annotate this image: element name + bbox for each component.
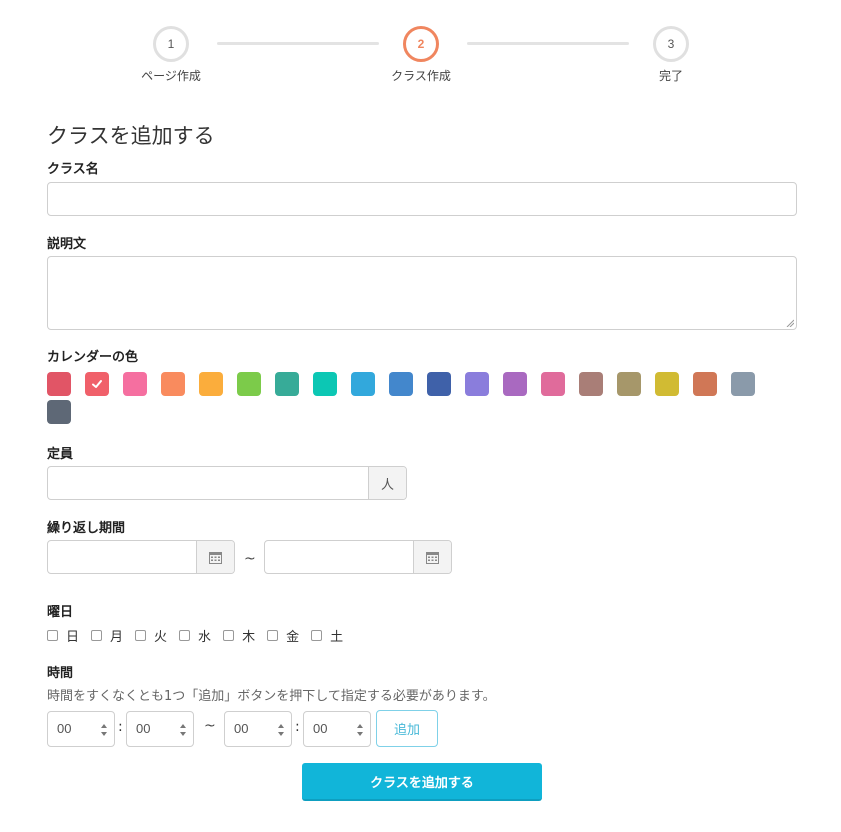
calendar-color-label: カレンダーの色 <box>47 350 139 365</box>
step-page-create: 1 ページ作成 <box>111 26 231 84</box>
end-date-input-group <box>264 540 452 574</box>
time-hint: 時間をすくなくとも1つ「追加」ボタンを押下して指定する必要があります。 <box>47 689 496 704</box>
color-swatch[interactable] <box>123 372 147 396</box>
weekday-checkbox[interactable] <box>135 629 147 641</box>
step-number: 3 <box>653 26 689 62</box>
weekday-checkbox[interactable] <box>267 629 279 641</box>
weekday-checkbox[interactable] <box>179 629 191 641</box>
step-label: クラス作成 <box>391 69 451 83</box>
end-hour-select[interactable]: 00 <box>224 711 292 747</box>
description-textarea[interactable] <box>47 256 797 330</box>
class-name-input[interactable] <box>47 182 797 216</box>
time-label: 時間 <box>47 666 74 681</box>
step-label: ページ作成 <box>141 69 201 83</box>
start-hour-select[interactable]: 00 <box>47 711 115 747</box>
calendar-icon <box>426 551 439 564</box>
color-swatch[interactable] <box>47 372 71 396</box>
capacity-label: 定員 <box>47 447 74 462</box>
class-name-label: クラス名 <box>47 162 99 177</box>
repeat-period-label: 繰り返し期間 <box>47 521 126 536</box>
weekday-option-sat[interactable]: 土 <box>311 626 343 645</box>
weekday-checkbox[interactable] <box>91 629 103 641</box>
check-icon <box>92 380 102 388</box>
time-range-separator: ~ <box>204 718 216 734</box>
color-swatch[interactable] <box>313 372 337 396</box>
stepper-connector <box>217 42 379 45</box>
page-title: クラスを追加する <box>47 124 215 148</box>
color-swatch[interactable] <box>275 372 299 396</box>
weekday-checkbox[interactable] <box>311 629 323 641</box>
weekday-option-thu[interactable]: 木 <box>223 626 255 645</box>
weekday-option-sun[interactable]: 日 <box>47 626 79 645</box>
color-swatch[interactable] <box>579 372 603 396</box>
start-minute-select[interactable]: 00 <box>126 711 194 747</box>
weekday-checkbox[interactable] <box>47 629 58 641</box>
color-swatch[interactable] <box>655 372 679 396</box>
weekday-checkbox[interactable] <box>223 629 235 641</box>
color-swatch[interactable] <box>617 372 641 396</box>
resize-grip-icon[interactable] <box>786 319 794 327</box>
color-swatch[interactable] <box>85 372 109 396</box>
start-date-input[interactable] <box>48 541 196 573</box>
progress-stepper: 1 ページ作成 2 クラス作成 3 完了 <box>0 26 841 96</box>
stepper-connector <box>467 42 629 45</box>
color-swatch[interactable] <box>199 372 223 396</box>
start-date-picker-button[interactable] <box>196 541 234 573</box>
select-arrows-icon <box>180 724 186 736</box>
time-colon: : <box>118 719 123 735</box>
description-label: 説明文 <box>47 237 87 252</box>
time-colon: : <box>295 719 300 735</box>
color-swatch[interactable] <box>237 372 261 396</box>
capacity-input[interactable] <box>48 467 368 499</box>
select-arrows-icon <box>101 724 107 736</box>
color-swatch[interactable] <box>693 372 717 396</box>
color-swatch[interactable] <box>389 372 413 396</box>
end-date-input[interactable] <box>265 541 413 573</box>
capacity-unit: 人 <box>368 467 406 499</box>
color-swatch[interactable] <box>541 372 565 396</box>
weekdays-label: 曜日 <box>47 605 74 620</box>
end-date-picker-button[interactable] <box>413 541 451 573</box>
weekday-option-wed[interactable]: 水 <box>179 626 211 645</box>
color-swatch[interactable] <box>731 372 755 396</box>
color-swatch[interactable] <box>503 372 527 396</box>
step-number: 2 <box>403 26 439 62</box>
weekday-option-tue[interactable]: 火 <box>135 626 167 645</box>
start-date-input-group <box>47 540 235 574</box>
weekday-option-mon[interactable]: 月 <box>91 626 123 645</box>
capacity-input-group: 人 <box>47 466 407 500</box>
step-class-create: 2 クラス作成 <box>361 26 481 84</box>
color-swatch[interactable] <box>465 372 489 396</box>
color-swatch[interactable] <box>427 372 451 396</box>
color-swatch[interactable] <box>47 400 71 424</box>
end-minute-select[interactable]: 00 <box>303 711 371 747</box>
select-arrows-icon <box>278 724 284 736</box>
step-label: 完了 <box>658 69 683 83</box>
add-time-button[interactable]: 追加 <box>376 710 438 747</box>
step-number: 1 <box>153 26 189 62</box>
weekday-checkboxes: 日 月 火 水 木 金 土 <box>47 626 355 645</box>
add-class-submit-button[interactable]: クラスを追加する <box>302 763 542 801</box>
calendar-icon <box>209 551 222 564</box>
step-complete: 3 完了 <box>611 26 731 84</box>
date-range-separator: ~ <box>244 551 256 567</box>
select-arrows-icon <box>357 724 363 736</box>
weekday-option-fri[interactable]: 金 <box>267 626 299 645</box>
color-swatch[interactable] <box>351 372 375 396</box>
color-swatch[interactable] <box>161 372 185 396</box>
